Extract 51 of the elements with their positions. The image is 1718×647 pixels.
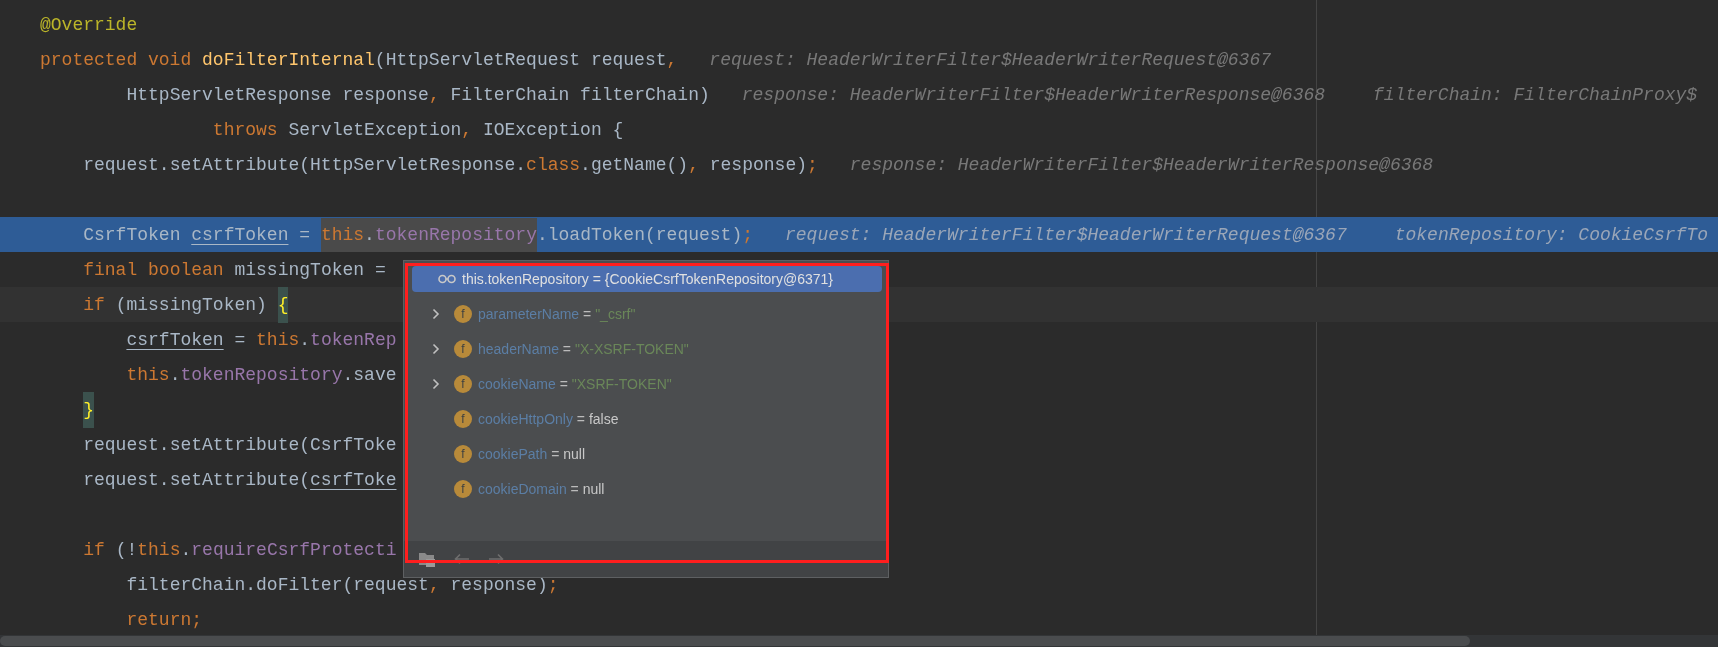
inline-hint: response: HeaderWriterFilter$HeaderWriterResponse@6368 [741,84,1326,105]
chevron-icon[interactable] [432,307,440,320]
code-line: throws ServletException, IOException { [211,118,624,142]
variable-row[interactable]: f cookieHttpOnly = false [412,401,882,436]
inline-hint: request: HeaderWriterFilter$HeaderWriterRequest@6367 [785,224,1347,245]
code-line: if (missingToken) { [40,286,289,323]
code-line: return; [125,608,203,632]
code-line: this.tokenRepository.save [125,363,397,387]
code-line: filterChain.doFilter(request, response); [125,573,559,597]
code-line: HttpServletResponse response, FilterChain filterChain) [125,83,710,107]
variable-text: cookieDomain = null [478,480,605,497]
variable-text: this.tokenRepository = {CookieCsrfTokenRepository@6371} [462,271,834,287]
variable-row[interactable]: f cookieDomain = null [412,471,882,506]
inline-hint: request: HeaderWriterFilter$HeaderWriterRequest@6367 [709,49,1272,70]
inline-hint: tokenRepository: CookieCsrfTo [1394,224,1708,245]
field-icon: f [454,479,472,498]
variable-text: headerName = "X-XSRF-TOKEN" [478,340,689,357]
field-icon: f [454,304,472,323]
variable-text: cookieName = "XSRF-TOKEN" [478,375,672,392]
inline-hint: response: HeaderWriterFilter$HeaderWriterResponse@6368 [849,154,1434,175]
code-line: final boolean missingToken = [82,258,386,282]
variable-text: cookieHttpOnly = false [478,410,619,427]
field-icon: f [454,339,472,358]
chevron-icon[interactable] [432,342,440,355]
code-line: } [40,391,95,428]
horizontal-scrollbar[interactable] [0,635,1718,647]
code-line: request.setAttribute(csrfToke [82,468,397,492]
variable-row[interactable]: f headerName = "X-XSRF-TOKEN" [412,331,882,366]
forward-arrow-icon[interactable] [488,553,504,565]
code-line: request.setAttribute(HttpServletResponse.class.getName(), response); [82,153,818,177]
glasses-icon [438,274,456,284]
variable-row[interactable]: f parameterName = "_csrf" [412,296,882,331]
scrollbar-thumb[interactable] [0,636,1470,646]
code-line: CsrfToken csrfToken = this.tokenRepository.loadToken(request); [40,216,753,253]
field-icon: f [454,444,472,463]
folder-icon[interactable] [418,551,436,567]
back-arrow-icon[interactable] [454,553,470,565]
variable-row[interactable]: f cookiePath = null [412,436,882,471]
code-line: protected void doFilterInternal(HttpServletRequest request, [40,48,678,72]
code-line: if (!this.requireCsrfProtecti [82,538,397,562]
variable-text: cookiePath = null [478,445,586,462]
code-line: csrfToken = this.tokenRep [125,328,397,352]
code-line: @Override [40,13,138,37]
code-line: request.setAttribute(CsrfToke [82,433,397,457]
variable-text: parameterName = "_csrf" [478,305,636,322]
chevron-icon[interactable] [432,377,440,390]
inline-hint: filterChain: FilterChainProxy$ [1373,84,1698,105]
variable-row[interactable]: f cookieName = "XSRF-TOKEN" [412,366,882,401]
variable-row[interactable]: this.tokenRepository = {CookieCsrfTokenRepository@6371} [412,266,882,292]
field-icon: f [454,409,472,428]
field-icon: f [454,374,472,393]
